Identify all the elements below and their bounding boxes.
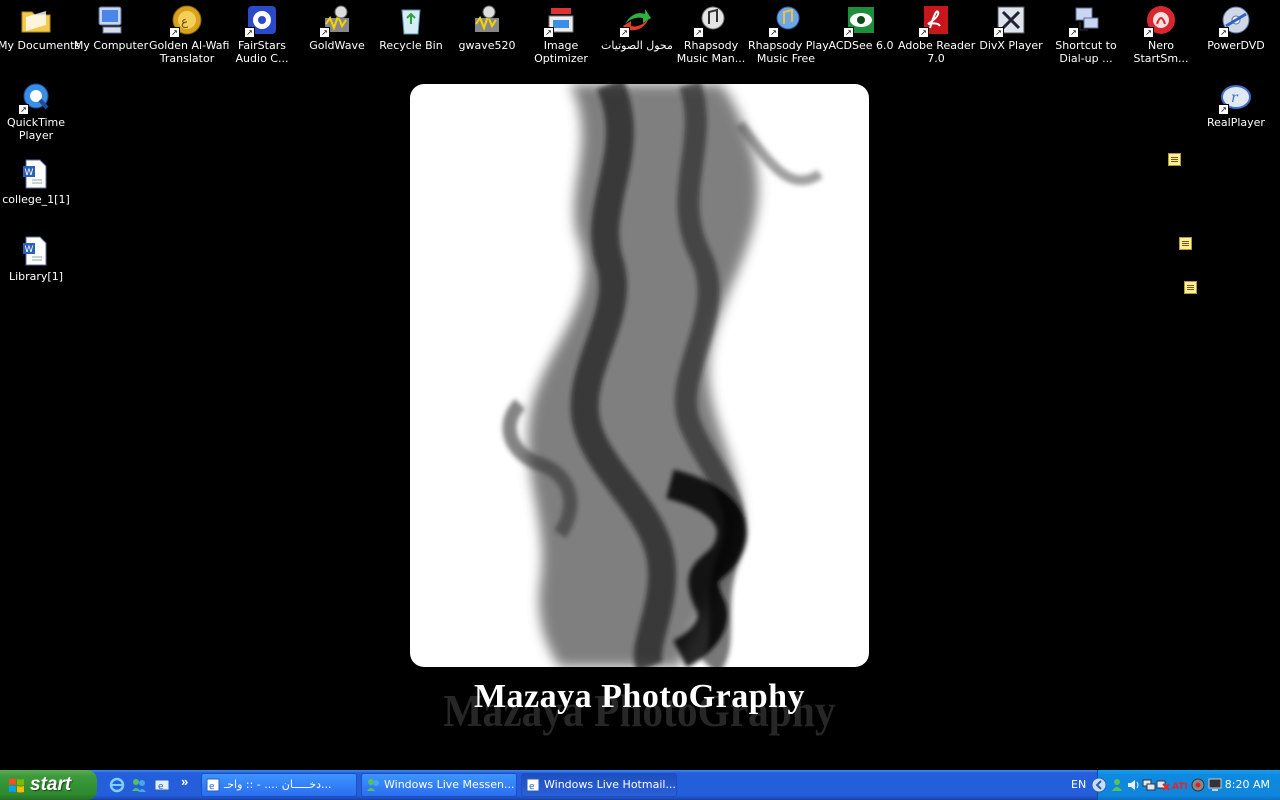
recycle-bin-icon <box>395 4 427 36</box>
security-icon[interactable] <box>1191 778 1205 792</box>
monitor-icon[interactable] <box>1208 778 1222 792</box>
desktop-icon-dialup-shortcut[interactable]: ↗ Shortcut to Dial-up ... <box>1048 2 1124 65</box>
desktop-icon-gwave520[interactable]: gwave520 <box>449 2 525 52</box>
desktop-icon-college-doc[interactable]: W college_1[1] <box>0 156 74 206</box>
svg-text:ع: ع <box>181 14 189 28</box>
computer-icon <box>95 4 127 36</box>
ie-page-icon: e <box>206 778 220 792</box>
start-button[interactable]: start <box>0 770 97 800</box>
desktop-icon-adobe-reader[interactable]: ↗ Adobe Reader 7.0 <box>898 2 975 65</box>
sticky-note-icon[interactable] <box>1168 153 1181 166</box>
desktop-icon-arabic-converter[interactable]: ↗ محول الصوتيات <box>599 2 675 52</box>
desktop-icon-powerdvd[interactable]: ↗ PowerDVD <box>1198 2 1274 52</box>
gwave-icon <box>471 4 503 36</box>
sticky-note-icon[interactable] <box>1179 237 1192 250</box>
taskbar: start e » e دخـــــان .... - :: واحـ... … <box>0 770 1280 800</box>
task-label: Windows Live Hotmail... <box>544 778 676 791</box>
desktop-icon-quicktime[interactable]: ↗ QuickTime Player <box>0 79 74 142</box>
powerdvd-icon: ↗ <box>1218 4 1252 38</box>
desktop-icon-image-optimizer[interactable]: ↗ Image Optimizer <box>523 2 599 65</box>
desktop-icon-my-documents[interactable]: My Documents <box>0 2 80 52</box>
svg-text:e: e <box>209 782 215 792</box>
messenger-status-icon[interactable] <box>1110 778 1124 792</box>
email-icon[interactable]: e <box>154 777 170 793</box>
messenger-icon <box>367 779 379 791</box>
start-label: start <box>30 774 72 795</box>
divx-icon: ↗ <box>993 4 1027 38</box>
task-label: دخـــــان .... - :: واحـ... <box>224 778 332 791</box>
volume-icon[interactable] <box>1126 778 1140 792</box>
word-document-icon: W <box>20 235 52 267</box>
language-indicator[interactable]: EN <box>1071 770 1086 800</box>
network-disconnected-icon[interactable] <box>1156 778 1170 792</box>
word-document-icon: W <box>20 158 52 190</box>
goldwave-icon: ↗ <box>319 4 353 38</box>
desktop-icon-rhapsody-music-manager[interactable]: ↗ Rhapsody Music Man... <box>673 2 749 65</box>
svg-text:W: W <box>25 245 34 255</box>
network-computer-icon: ↗ <box>1068 4 1102 38</box>
desktop-icon-nero[interactable]: ↗ Nero StartSm... <box>1123 2 1199 65</box>
desktop-icon-fairstars[interactable]: ↗ FairStars Audio C... <box>224 2 300 65</box>
messenger-icon[interactable] <box>131 777 147 793</box>
desktop-icon-divx-player[interactable]: ↗ DivX Player <box>973 2 1049 52</box>
svg-text:e: e <box>158 782 164 792</box>
wallpaper-smoke-photo <box>410 84 869 667</box>
converter-arrows-icon: ↗ <box>619 4 653 38</box>
nero-icon: ↗ <box>1143 4 1177 38</box>
windows-flag-icon <box>9 778 24 793</box>
task-button-messenger[interactable]: Windows Live Messen... <box>361 773 517 797</box>
internet-explorer-icon[interactable] <box>109 777 125 793</box>
system-tray: ATI 8:20 AM <box>1091 770 1280 800</box>
fairstars-icon: ↗ <box>244 4 278 38</box>
wallpaper-title: Mazaya PhotoGraphy <box>473 678 806 715</box>
quicktime-icon: ↗ <box>18 81 52 115</box>
svg-text:ATI: ATI <box>1172 782 1188 792</box>
ie-page-icon: e <box>526 778 540 792</box>
desktop-icon-goldwave[interactable]: ↗ GoldWave <box>299 2 375 52</box>
desktop-icon-my-computer[interactable]: My Computer <box>73 2 149 52</box>
desktop-icon-library-doc[interactable]: W Library[1] <box>0 233 74 283</box>
golden-wafi-icon: ع ↗ <box>169 4 203 38</box>
desktop-icon-recycle-bin[interactable]: Recycle Bin <box>373 2 449 52</box>
desktop-icon-realplayer[interactable]: r ↗ RealPlayer <box>1198 79 1274 129</box>
ati-icon[interactable]: ATI <box>1172 778 1190 792</box>
network-icon[interactable] <box>1142 778 1156 792</box>
task-button-hotmail[interactable]: e Windows Live Hotmail... <box>521 773 677 797</box>
adobe-reader-icon: ↗ <box>918 4 952 38</box>
tray-expand-icon[interactable] <box>1091 777 1107 793</box>
rhapsody-play-icon: ↗ <box>768 4 802 38</box>
desktop-icon-acdsee[interactable]: ↗ ACDSee 6.0 <box>823 2 899 52</box>
realplayer-icon: r ↗ <box>1218 81 1252 115</box>
image-optimizer-icon: ↗ <box>543 4 577 38</box>
task-label: Windows Live Messen... <box>384 778 515 791</box>
rhapsody-icon: ↗ <box>693 4 727 38</box>
sticky-note-icon[interactable] <box>1184 281 1197 294</box>
folder-icon <box>20 4 52 36</box>
acdsee-eye-icon: ↗ <box>843 4 877 38</box>
quick-launch-chevron[interactable]: » <box>181 774 188 789</box>
desktop-icon-golden-al-wafi[interactable]: ع ↗ Golden Al-Wafi Translator <box>149 2 229 65</box>
task-button-browser-arabic[interactable]: e دخـــــان .... - :: واحـ... <box>201 773 357 797</box>
desktop[interactable]: My Documents My Computer ع ↗ Golden Al-W… <box>0 0 1280 770</box>
svg-text:e: e <box>529 782 535 792</box>
clock[interactable]: 8:20 AM <box>1225 770 1270 800</box>
desktop-icon-rhapsody-play[interactable]: ↗ Rhapsody Play Music Free <box>748 2 829 65</box>
svg-text:W: W <box>25 168 34 178</box>
